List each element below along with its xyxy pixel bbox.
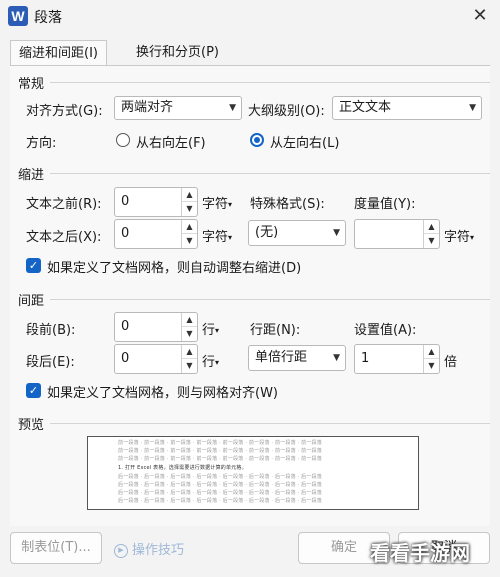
space-after-label: 段后(E): [26, 355, 75, 370]
preview-prev-line: 前一段落 · 前一段落 · 前一段落 · 前一段落 · 前一段落 · 前一段落 … [118, 440, 322, 446]
close-icon[interactable]: ✕ [468, 4, 492, 28]
auto-adjust-checkbox[interactable]: ✓ [26, 258, 41, 273]
indent-after-value: 0 [121, 226, 130, 241]
spin-up-icon[interactable]: ▲ [182, 188, 197, 202]
grid-align-label[interactable]: 如果定义了文档网格，则与网格对齐(W) [47, 382, 278, 401]
preview-next-line: 后一段落 · 后一段落 · 后一段落 · 后一段落 · 后一段落 · 后一段落 … [118, 490, 322, 496]
line-spacing-select[interactable]: 单倍行距 ▼ [248, 345, 346, 371]
tab-line-page-breaks[interactable]: 换行和分页(P) [128, 40, 227, 66]
spin-up-icon[interactable]: ▲ [424, 345, 439, 359]
preview-sample-line: 1. 打开 Excel 表格，选择需要进行数据计算的单元格。 [118, 465, 247, 471]
section-general: 常规 [18, 77, 45, 92]
line-spacing-value: 单倍行距 [255, 350, 308, 365]
alignment-select[interactable]: 两端对齐 ▼ [114, 96, 242, 120]
special-format-select[interactable]: (无) ▼ [248, 220, 346, 246]
line-spacing-label: 行距(N): [250, 323, 301, 338]
chevron-down-icon: ▾ [228, 233, 233, 242]
section-spacing: 间距 [18, 294, 45, 309]
space-before-label: 段前(B): [26, 323, 76, 338]
measure-label: 度量值(Y): [354, 197, 416, 212]
direction-label: 方向: [26, 136, 57, 151]
chevron-down-icon: ▾ [215, 326, 220, 335]
grid-align-checkbox[interactable]: ✓ [26, 383, 41, 398]
preview-prev-line: 前一段落 · 前一段落 · 前一段落 · 前一段落 · 前一段落 · 前一段落 … [118, 456, 322, 462]
spin-up-icon[interactable]: ▲ [182, 220, 197, 234]
tips-link[interactable]: ▶ 操作技巧 [114, 539, 184, 558]
divider [50, 173, 490, 174]
ltr-radio[interactable] [250, 133, 264, 147]
tab-stops-button[interactable]: 制表位(T)... [10, 532, 102, 564]
paragraph-preview: 前一段落 · 前一段落 · 前一段落 · 前一段落 · 前一段落 · 前一段落 … [87, 436, 419, 510]
preview-next-line: 后一段落 · 后一段落 · 后一段落 · 后一段落 · 后一段落 · 后一段落 … [118, 482, 322, 488]
chevron-down-icon: ▼ [333, 353, 340, 363]
chevron-down-icon: ▼ [229, 103, 236, 113]
space-before-value: 0 [121, 319, 130, 334]
chevron-down-icon: ▾ [215, 358, 220, 367]
ltr-label[interactable]: 从左向右(L) [270, 132, 339, 151]
special-format-label: 特殊格式(S): [250, 197, 325, 212]
preview-next-line: 后一段落 · 后一段落 · 后一段落 · 后一段落 · 后一段落 · 后一段落 … [118, 498, 322, 504]
section-indent: 缩进 [18, 168, 45, 183]
space-after-spinner[interactable]: 0 ▲ ▼ [114, 344, 198, 374]
setting-value-unit: 倍 [444, 355, 458, 370]
spin-down-icon[interactable]: ▼ [182, 359, 197, 373]
outline-level-label: 大纲级别(O): [248, 104, 325, 119]
indent-after-spinner[interactable]: 0 ▲ ▼ [114, 219, 198, 249]
outline-level-value: 正文文本 [339, 100, 392, 115]
space-before-spinner[interactable]: 0 ▲ ▼ [114, 312, 198, 342]
indent-after-label: 文本之后(X): [26, 230, 102, 245]
space-after-value: 0 [121, 351, 130, 366]
play-icon: ▶ [114, 543, 128, 558]
spin-down-icon[interactable]: ▼ [182, 202, 197, 216]
chevron-down-icon: ▾ [470, 233, 475, 242]
spin-down-icon[interactable]: ▼ [182, 234, 197, 248]
tab-indent-spacing[interactable]: 缩进和间距(I) [10, 40, 107, 66]
space-after-unit[interactable]: 行▾ [202, 351, 219, 370]
indent-before-spinner[interactable]: 0 ▲ ▼ [114, 187, 198, 217]
auto-adjust-label[interactable]: 如果定义了文档网格，则自动调整右缩进(D) [47, 257, 301, 276]
spin-up-icon[interactable]: ▲ [182, 345, 197, 359]
divider [50, 299, 490, 300]
chevron-down-icon: ▼ [469, 103, 476, 113]
space-before-unit[interactable]: 行▾ [202, 319, 219, 338]
preview-next-line: 后一段落 · 后一段落 · 后一段落 · 后一段落 · 后一段落 · 后一段落 … [118, 474, 322, 480]
special-format-value: (无) [255, 225, 279, 240]
title-bar [0, 0, 500, 34]
watermark: 看看手游网 [370, 541, 470, 565]
divider [50, 423, 490, 424]
indent-before-unit[interactable]: 字符▾ [202, 193, 232, 212]
spin-down-icon[interactable]: ▼ [182, 327, 197, 341]
measure-unit[interactable]: 字符▾ [444, 226, 474, 245]
spin-down-icon[interactable]: ▼ [424, 234, 439, 248]
preview-prev-line: 前一段落 · 前一段落 · 前一段落 · 前一段落 · 前一段落 · 前一段落 … [118, 448, 322, 454]
rtl-label[interactable]: 从右向左(F) [136, 132, 206, 151]
wps-writer-icon: W [8, 6, 28, 26]
setting-value-label: 设置值(A): [354, 323, 417, 338]
alignment-label: 对齐方式(G): [26, 104, 103, 119]
divider [50, 82, 490, 83]
indent-after-unit[interactable]: 字符▾ [202, 226, 232, 245]
setting-value: 1 [361, 351, 370, 366]
rtl-radio[interactable] [116, 133, 130, 147]
spin-up-icon[interactable]: ▲ [182, 313, 197, 327]
alignment-value: 两端对齐 [121, 100, 174, 115]
section-preview: 预览 [18, 418, 45, 433]
setting-value-spinner[interactable]: 1 ▲ ▼ [354, 344, 440, 374]
measure-spinner[interactable]: ▲ ▼ [354, 219, 440, 249]
spin-up-icon[interactable]: ▲ [424, 220, 439, 234]
indent-before-label: 文本之前(R): [26, 197, 102, 212]
chevron-down-icon: ▼ [333, 228, 340, 238]
spin-down-icon[interactable]: ▼ [424, 359, 439, 373]
chevron-down-icon: ▾ [228, 200, 233, 209]
indent-before-value: 0 [121, 194, 130, 209]
dialog-title: 段落 [34, 10, 62, 26]
outline-level-select[interactable]: 正文文本 ▼ [332, 96, 482, 120]
